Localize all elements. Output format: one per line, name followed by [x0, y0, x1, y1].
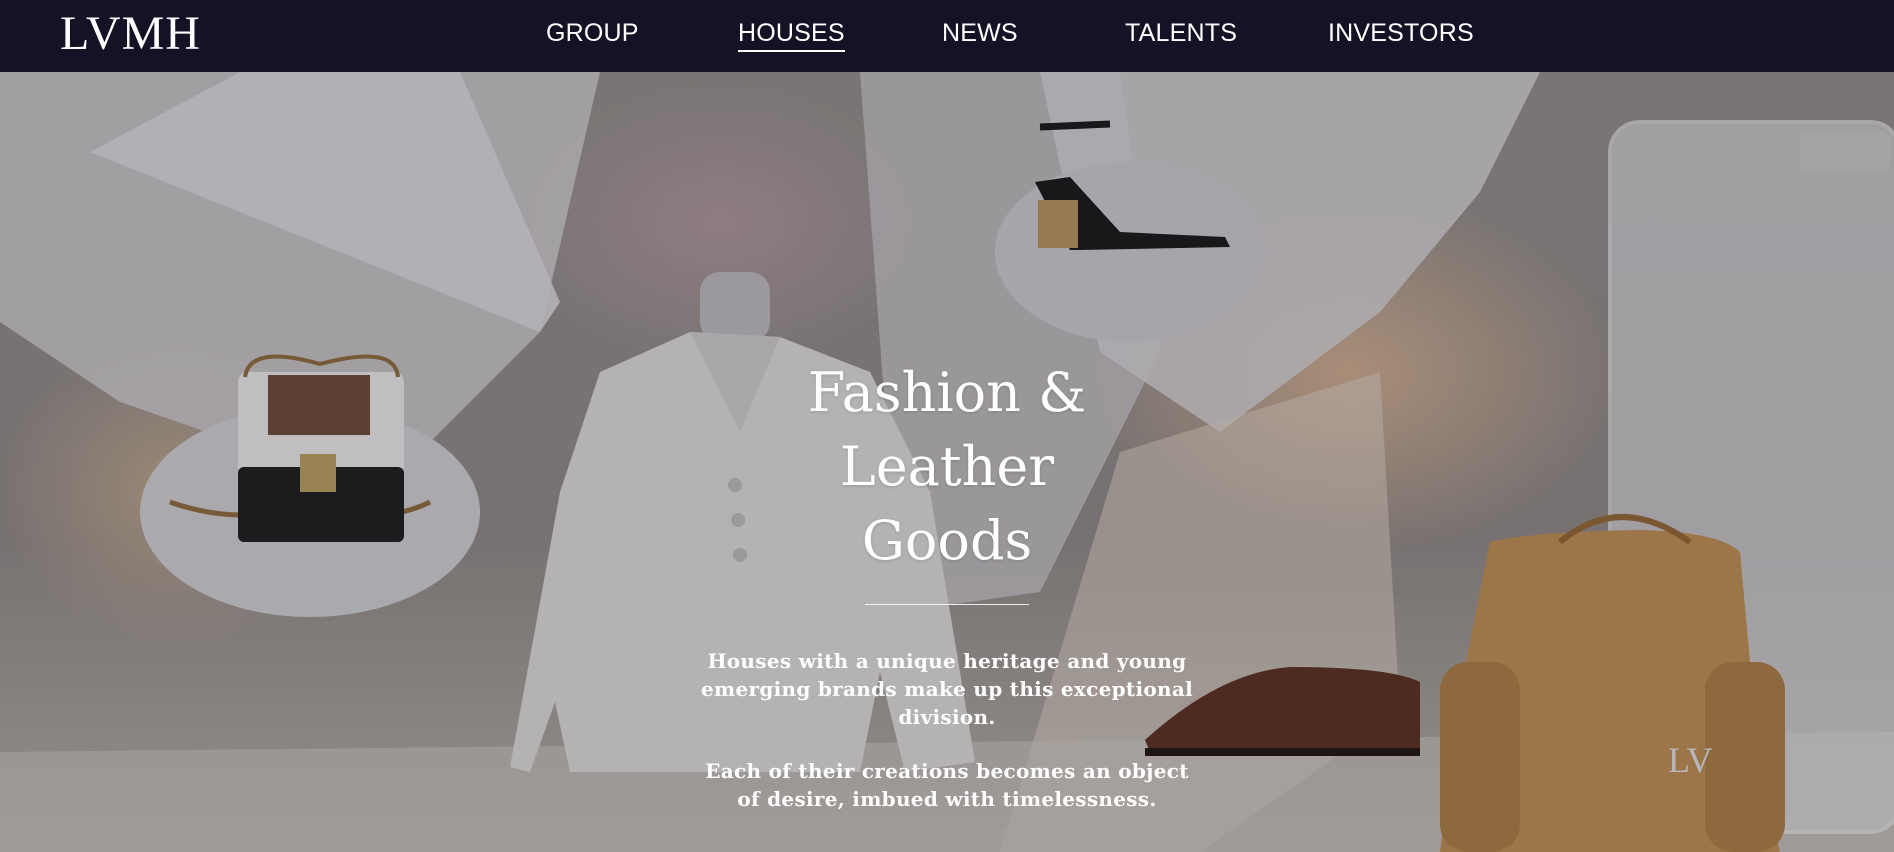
- hero-paragraph-1: Houses with a unique heritage and young …: [700, 649, 1193, 729]
- hero-banner: LV Fashion & Leather Goods Houses with a…: [0, 72, 1894, 852]
- title-divider: [865, 604, 1029, 605]
- page-title: Fashion & Leather Goods: [697, 356, 1197, 578]
- nav-group[interactable]: GROUP: [546, 18, 639, 48]
- main-nav: GROUP HOUSES NEWS TALENTS INVESTORS: [0, 0, 1894, 72]
- page-title-line-1: Fashion & Leather: [807, 361, 1087, 498]
- nav-news[interactable]: NEWS: [942, 18, 1018, 48]
- page-title-line-2: Goods: [861, 509, 1033, 572]
- nav-houses[interactable]: HOUSES: [738, 18, 845, 52]
- hero-paragraph-2: Each of their creations becomes an objec…: [705, 759, 1189, 811]
- nav-investors[interactable]: INVESTORS: [1328, 18, 1474, 48]
- hero-content: Fashion & Leather Goods Houses with a un…: [697, 356, 1197, 813]
- top-navigation-bar: LVMH GROUP HOUSES NEWS TALENTS INVESTORS: [0, 0, 1894, 72]
- nav-talents[interactable]: TALENTS: [1125, 18, 1237, 48]
